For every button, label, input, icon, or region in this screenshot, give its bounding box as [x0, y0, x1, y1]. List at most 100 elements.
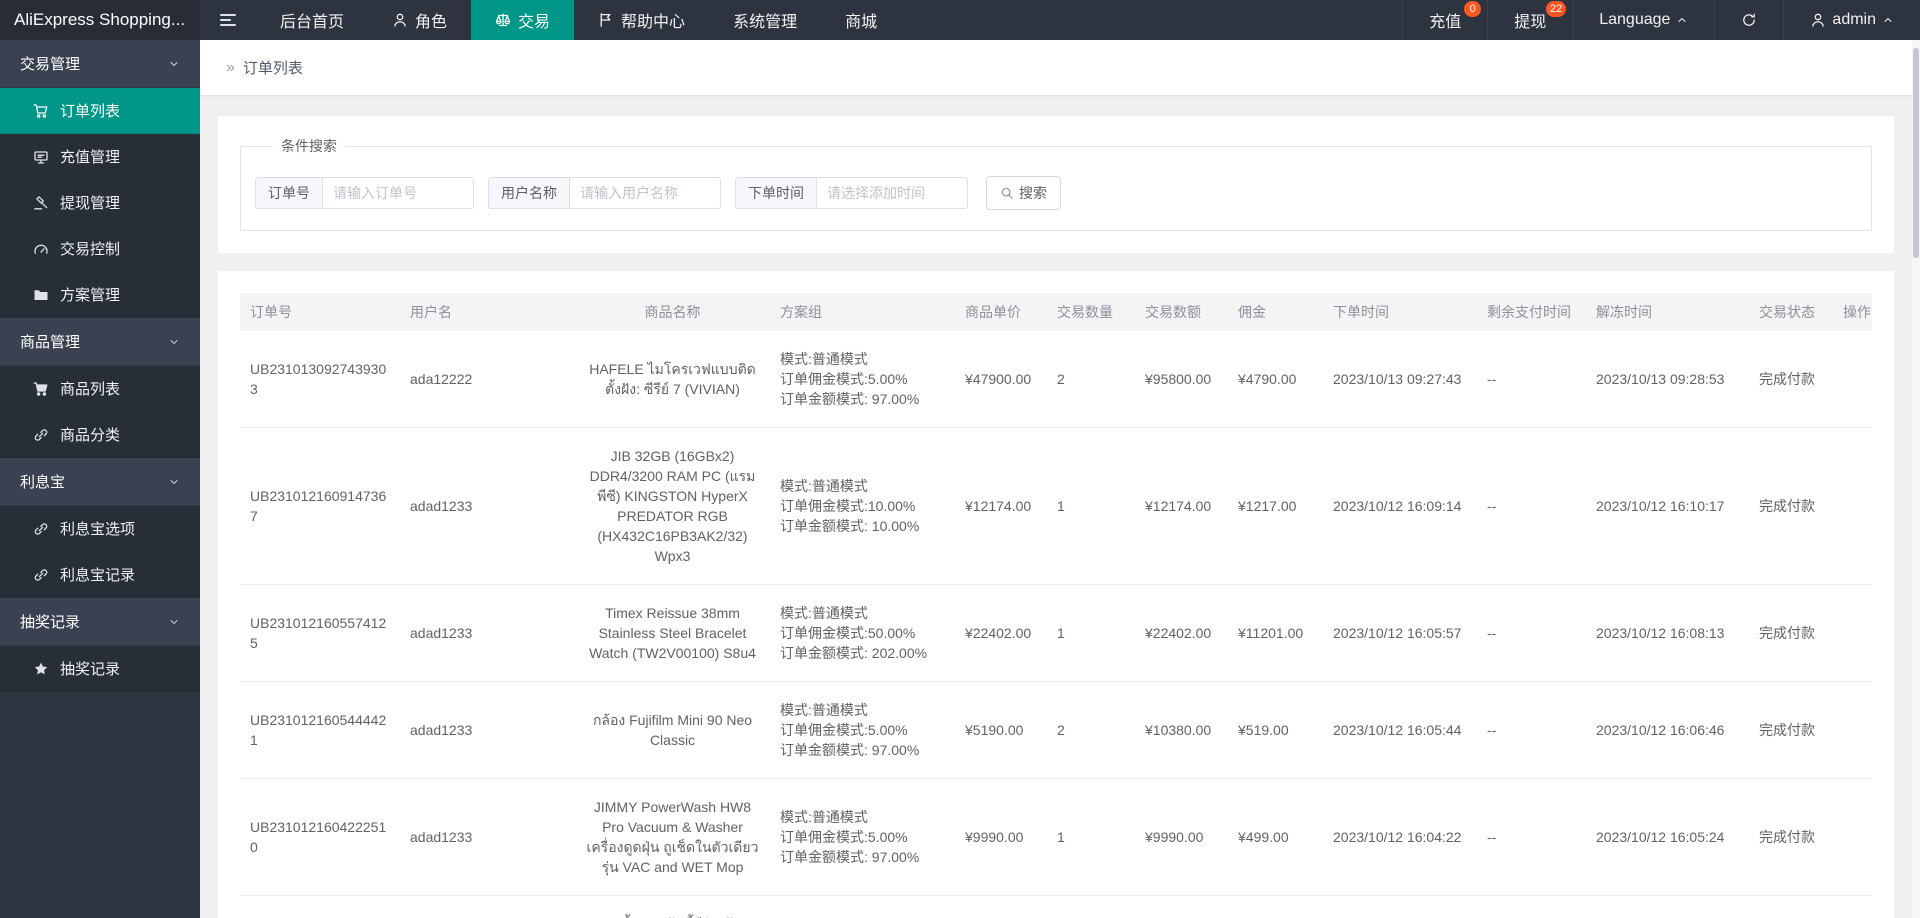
sidebar-item-label: 提现管理 [60, 195, 121, 212]
cell-amount: ¥10380.00 [1135, 681, 1228, 779]
cell-product: กล้อง Fujifilm Mini 90 Neo Classic [575, 681, 770, 779]
cell-action [1833, 778, 1872, 896]
sidebar-group-13[interactable]: 抽奖记录 [0, 598, 200, 646]
cell-quantity: 1 [1047, 427, 1135, 585]
col-header-4: 方案组 [770, 293, 955, 331]
topbar: AliExpress Shopping... 后台首页 角色 交易 帮助中心 系统管理 商… [0, 0, 1920, 40]
order-table-panel: 订单号 用户名 商品名称 方案组 商品单价 交易数量 交易数额 佣金 下单时间 剩余支付时间 解冻时… [218, 271, 1894, 918]
col-header-1: 订单号 [240, 293, 400, 331]
chevron-down-icon [168, 476, 180, 488]
recharge-button[interactable]: 充值 0 [1402, 0, 1487, 40]
chevron-up-icon [1676, 14, 1688, 26]
search-button[interactable]: 搜索 [986, 176, 1061, 210]
recharge-label: 充值 [1429, 14, 1462, 31]
search-input-3[interactable] [816, 177, 968, 209]
cell-order-time: 2023/10/12 16:04:22 [1323, 778, 1477, 896]
sidebar-item-8[interactable]: 商品列表 [0, 366, 200, 412]
cell-order-time: 2023/10/13 09:27:43 [1323, 331, 1477, 428]
folder-icon [32, 287, 49, 303]
col-header-3: 商品名称 [575, 293, 770, 331]
cell-unit-price: ¥999.00 [955, 895, 1047, 918]
sidebar-group-7[interactable]: 商品管理 [0, 318, 200, 366]
top-nav-item-6[interactable]: 商城 [821, 0, 901, 40]
vertical-scrollbar[interactable] [1912, 40, 1920, 918]
user-menu[interactable]: admin [1783, 0, 1920, 40]
cell-commission: ¥1217.00 [1228, 427, 1323, 585]
recharge-badge: 0 [1464, 1, 1482, 17]
sidebar-item-6[interactable]: 方案管理 [0, 272, 200, 318]
top-nav-item-4[interactable]: 帮助中心 [574, 0, 709, 40]
withdraw-button[interactable]: 提现 22 [1487, 0, 1572, 40]
sidebar-group-1[interactable]: 交易管理 [0, 40, 200, 88]
sidebar-item-5[interactable]: 交易控制 [0, 226, 200, 272]
search-field-label: 下单时间 [735, 177, 816, 209]
cell-status: 完成付款 [1749, 778, 1833, 896]
cell-action [1833, 427, 1872, 585]
main-area: » 订单列表 条件搜索 订单号用户名称下单时间搜索 订单号用户名商品名称方案组商… [200, 0, 1920, 918]
cell-quantity: 1 [1047, 584, 1135, 682]
col-header-8: 佣金 [1228, 293, 1323, 331]
breadcrumb-current: 订单列表 [242, 60, 303, 77]
top-nav: 后台首页 角色 交易 帮助中心 系统管理 商城 [256, 0, 901, 40]
refresh-button[interactable] [1714, 0, 1783, 40]
sidebar-item-12[interactable]: 利息宝记录 [0, 552, 200, 598]
search-input-1[interactable] [322, 177, 474, 209]
language-label: Language [1599, 11, 1671, 28]
cell-order-no: UB2310121605444421 [240, 681, 400, 779]
cart-filled-icon [32, 381, 49, 397]
cell-remaining-pay-time: -- [1477, 584, 1586, 682]
top-nav-label: 后台首页 [280, 14, 345, 31]
menu-toggle-icon[interactable] [200, 0, 256, 40]
cell-status: 完成付款 [1749, 584, 1833, 682]
top-nav-label: 角色 [415, 14, 448, 31]
search-field-3: 下单时间 [735, 177, 968, 209]
top-nav-item-2[interactable]: 角色 [368, 0, 471, 40]
cell-remaining-pay-time: -- [1477, 331, 1586, 428]
sidebar: 交易管理 订单列表 充值管理提现管理交易控制方案管理商品管理 商品列表 商品分类利息宝利… [0, 40, 200, 918]
top-nav-item-5[interactable]: 系统管理 [709, 0, 821, 40]
cell-commission: ¥99.00 [1228, 895, 1323, 918]
cell-username: adad1233 [400, 427, 575, 585]
flag-icon [598, 12, 614, 28]
withdraw-badge: 22 [1545, 1, 1567, 17]
username-label: admin [1832, 11, 1876, 28]
cell-unfreeze-time: 2023/10/12 16:10:17 [1586, 427, 1749, 585]
top-nav-label: 交易 [518, 14, 551, 31]
cell-amount: ¥95800.00 [1135, 331, 1228, 428]
sidebar-item-9[interactable]: 商品分类 [0, 412, 200, 458]
sidebar-group-label: 利息宝 [20, 474, 66, 491]
search-panel: 条件搜索 订单号 用户名称 下单时间 搜索 [218, 116, 1894, 253]
cell-order-time: 2023/10/12 16:05:57 [1323, 584, 1477, 682]
language-selector[interactable]: Language [1572, 0, 1714, 40]
cell-order-time: 2023/10/12 15:50:29 [1323, 895, 1477, 918]
cell-action [1833, 584, 1872, 682]
cell-unfreeze-time: 2023/10/13 09:28:53 [1586, 331, 1749, 428]
cell-action [1833, 681, 1872, 779]
cell-unit-price: ¥22402.00 [955, 584, 1047, 682]
cell-plan: 模式:普通模式 订单佣金模式:5.00% 订单金额模式: 97.00% [770, 778, 955, 896]
cell-unfreeze-time: 2023/10/12 16:05:24 [1586, 778, 1749, 896]
search-field-label: 订单号 [255, 177, 322, 209]
sidebar-group-10[interactable]: 利息宝 [0, 458, 200, 506]
top-nav-item-1[interactable]: 后台首页 [256, 0, 368, 40]
sidebar-item-4[interactable]: 提现管理 [0, 180, 200, 226]
cell-product: JIB 32GB (16GBx2) DDR4/3200 RAM PC (แรมพ… [575, 427, 770, 585]
sidebar-item-14[interactable]: 抽奖记录 [0, 646, 200, 692]
scrollbar-thumb[interactable] [1913, 48, 1919, 258]
cell-quantity: 2 [1047, 331, 1135, 428]
sidebar-item-2[interactable]: 订单列表 [0, 88, 200, 134]
scales-icon [495, 12, 511, 28]
sidebar-item-label: 方案管理 [60, 287, 121, 304]
user-icon [1810, 12, 1826, 28]
sidebar-item-11[interactable]: 利息宝选项 [0, 506, 200, 552]
sidebar-item-3[interactable]: 充值管理 [0, 134, 200, 180]
table-row: UB2310121609147367 adad1233 JIB 32GB (16GB… [240, 427, 1872, 585]
cell-plan: 模式:普通模式 订单佣金模式:50.00% 订单金额模式: 202.00% [770, 584, 955, 682]
chevron-up-icon [1882, 14, 1894, 26]
cell-commission: ¥519.00 [1228, 681, 1323, 779]
top-nav-item-3[interactable]: 交易 [471, 0, 575, 40]
cell-unit-price: ¥5190.00 [955, 681, 1047, 779]
sidebar-item-label: 利息宝选项 [60, 521, 136, 538]
search-input-2[interactable] [569, 177, 721, 209]
star-icon [32, 661, 49, 677]
